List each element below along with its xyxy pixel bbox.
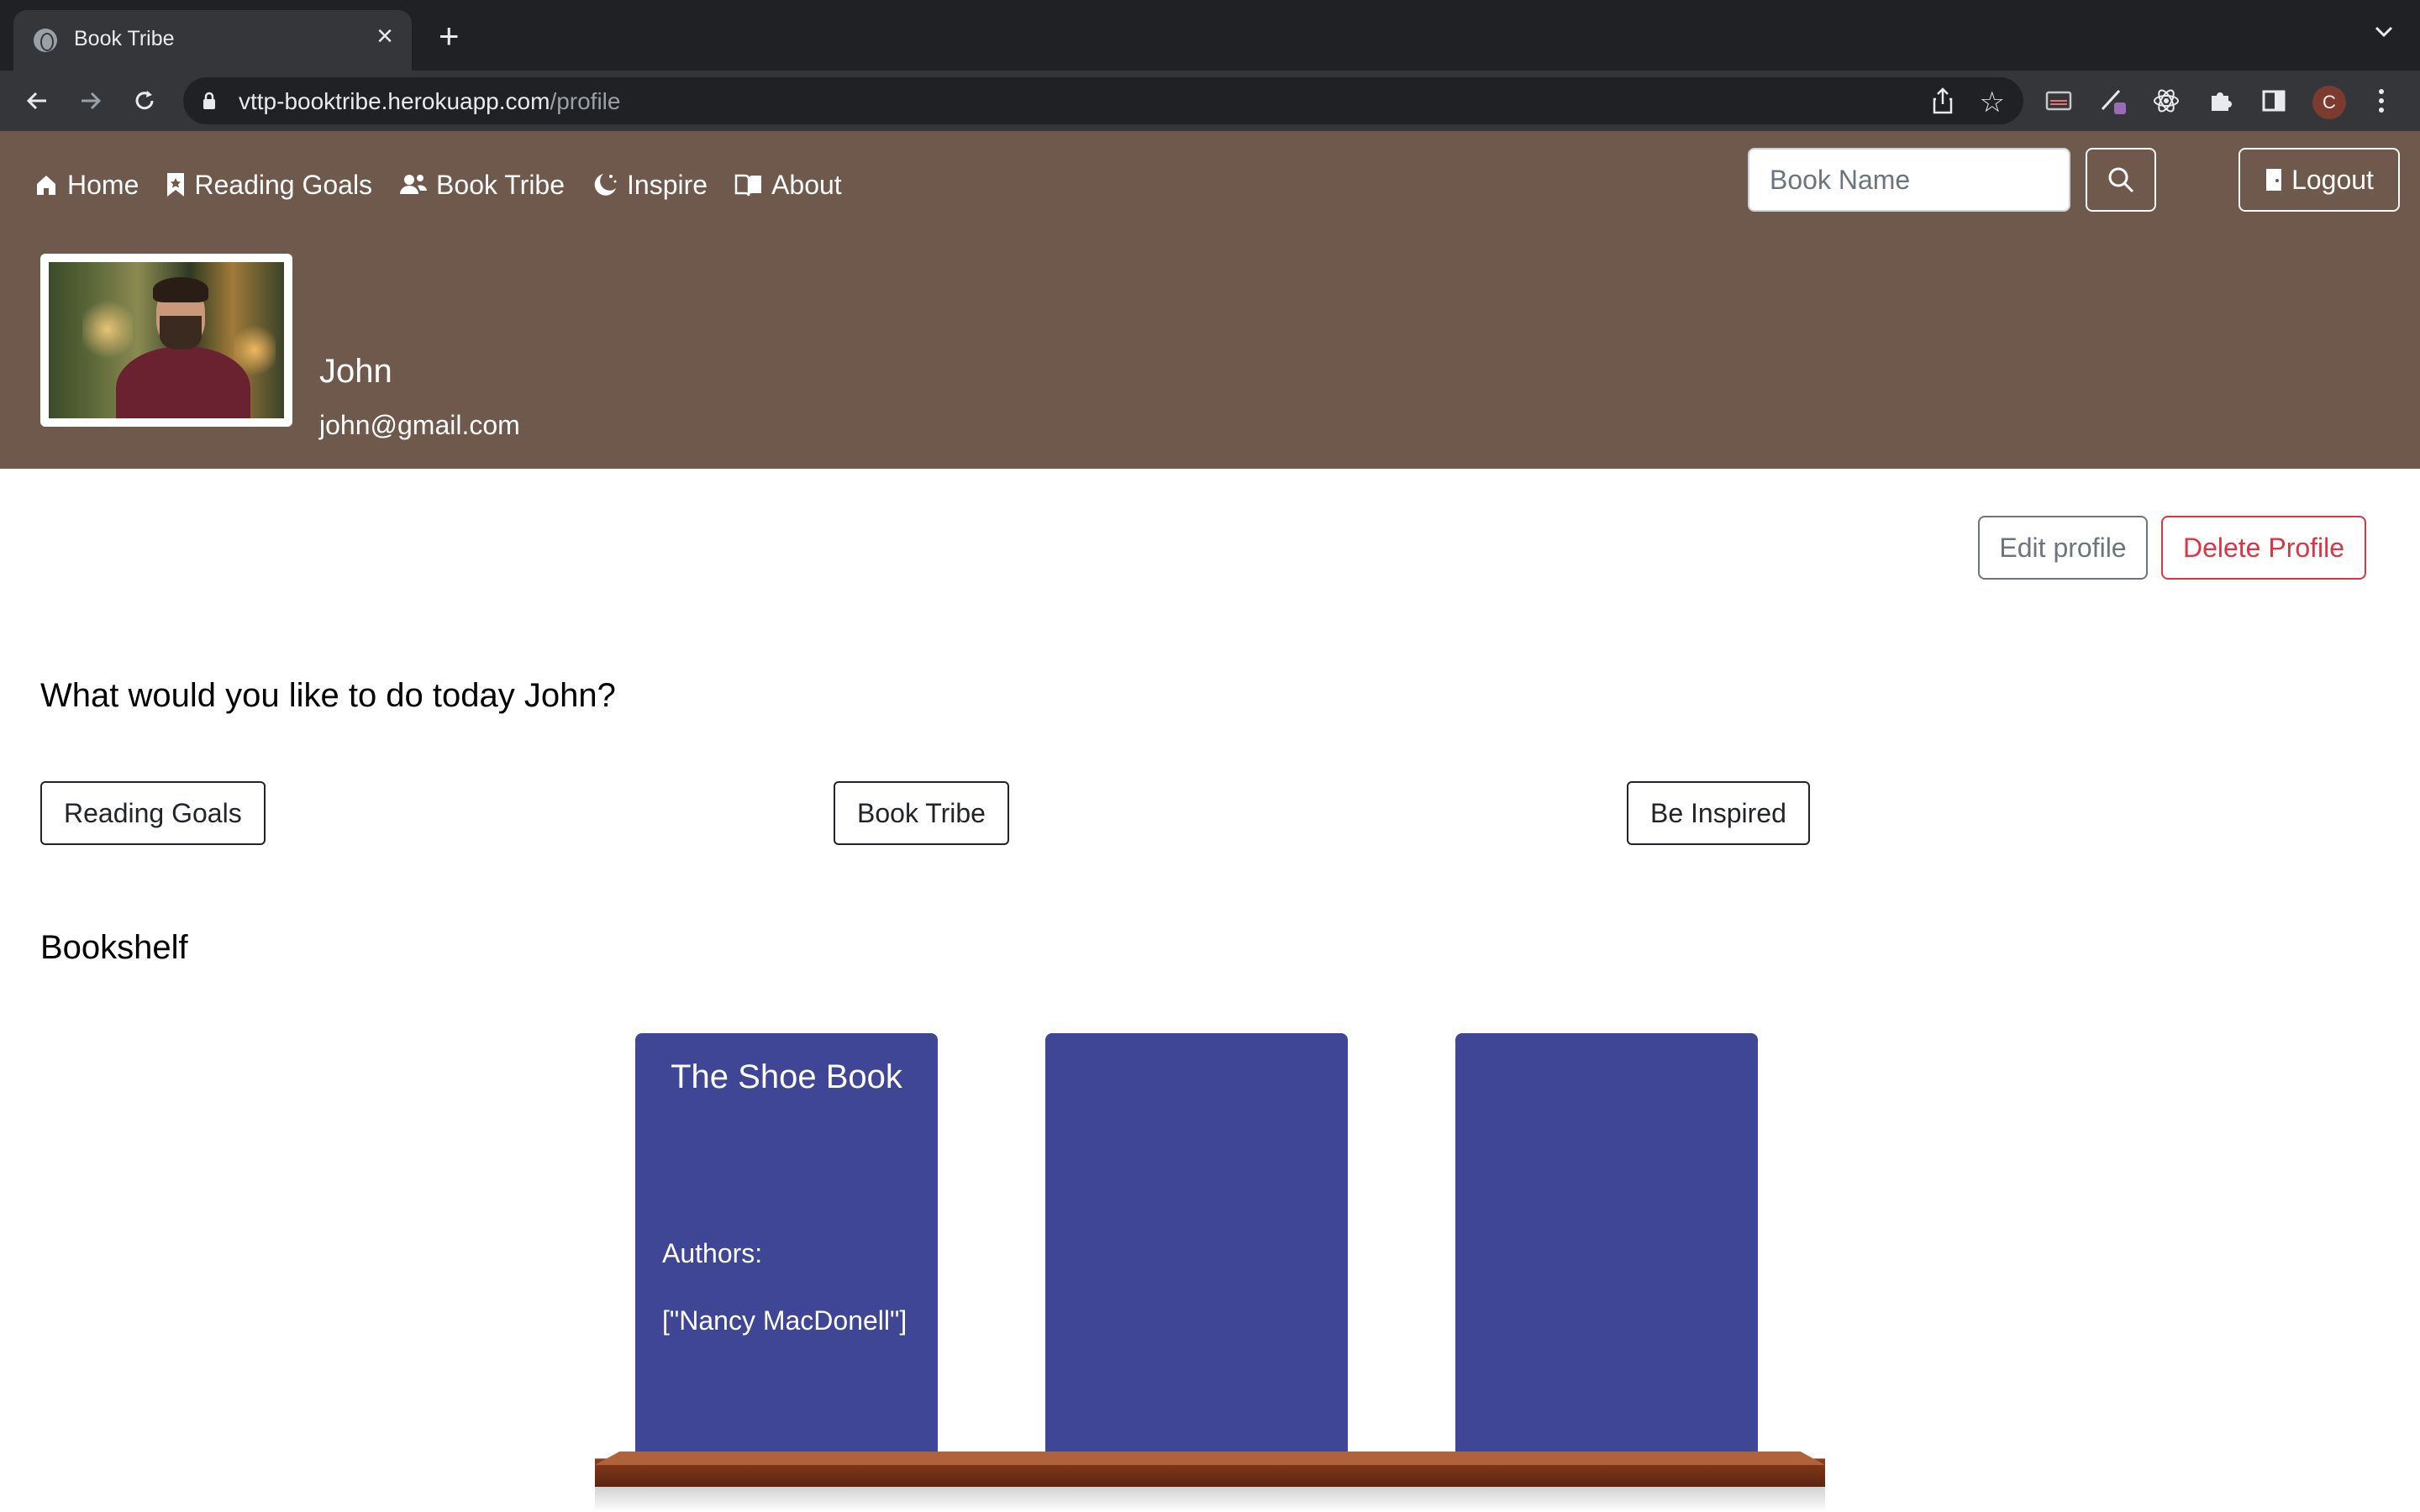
users-icon xyxy=(400,175,428,194)
nav-about-label: About xyxy=(771,169,842,200)
nav-home-label: Home xyxy=(67,169,139,200)
nav-book-tribe[interactable]: Book Tribe xyxy=(399,170,565,201)
nav-inspire-label: Inspire xyxy=(627,169,708,200)
wooden-shelf-top xyxy=(595,1452,1825,1465)
nav-about[interactable]: About xyxy=(734,170,842,201)
book-authors-label: Authors: xyxy=(662,1238,763,1268)
logout-button[interactable]: Logout xyxy=(2238,148,2400,212)
nav-reading-goals-label: Reading Goals xyxy=(194,169,373,200)
greeting-heading: What would you like to do today John? xyxy=(40,677,616,714)
pen-extension-icon[interactable] xyxy=(2094,82,2131,119)
browser-menu-icon[interactable] xyxy=(2363,82,2400,119)
book-card[interactable] xyxy=(1045,1033,1348,1462)
react-devtools-icon[interactable] xyxy=(2148,82,2185,119)
share-icon[interactable] xyxy=(1931,87,1954,114)
profile-email: john@gmail.com xyxy=(319,410,520,440)
book-title: The Shoe Book xyxy=(671,1058,902,1095)
reading-goals-button[interactable]: Reading Goals xyxy=(40,781,266,845)
door-icon xyxy=(2266,169,2282,191)
nav-book-tribe-label: Book Tribe xyxy=(436,169,566,200)
lock-icon xyxy=(203,92,215,109)
tab-title: Book Tribe xyxy=(74,27,175,50)
edit-profile-button[interactable]: Edit profile xyxy=(1978,516,2148,580)
bookmark-icon xyxy=(167,173,185,197)
back-icon[interactable] xyxy=(18,82,55,119)
book-tribe-button[interactable]: Book Tribe xyxy=(834,781,1009,845)
logout-label: Logout xyxy=(2291,164,2374,195)
bookshelf-heading: Bookshelf xyxy=(40,929,188,966)
nav-reading-goals[interactable]: Reading Goals xyxy=(166,170,372,201)
browser-toolbar: vttp-booktribe.herokuapp.com/profile ☆ C xyxy=(0,71,2420,131)
extensions-puzzle-icon[interactable] xyxy=(2202,82,2238,119)
nav-inspire[interactable]: Inspire xyxy=(592,170,708,201)
site-header: Home Reading Goals Book Tribe Inspire Ab… xyxy=(0,131,2420,469)
close-tab-icon[interactable]: × xyxy=(376,22,393,50)
new-tab-icon[interactable]: + xyxy=(439,18,460,54)
reload-icon[interactable] xyxy=(126,82,163,119)
browser-profile-avatar[interactable]: C xyxy=(2312,86,2346,119)
url-text: vttp-booktribe.herokuapp.com/profile xyxy=(239,88,620,115)
be-inspired-button[interactable]: Be Inspired xyxy=(1627,781,1810,845)
side-panel-icon[interactable] xyxy=(2255,82,2292,119)
moon-stars-icon xyxy=(594,174,617,196)
home-icon xyxy=(37,176,55,195)
profile-photo-image xyxy=(49,262,284,418)
shelf-shadow xyxy=(595,1487,1825,1512)
browser-tab-strip: Book Tribe × + xyxy=(0,0,2420,71)
bookmark-star-icon[interactable]: ☆ xyxy=(1980,86,2005,119)
forward-icon[interactable] xyxy=(72,82,109,119)
url-host: vttp-booktribe.herokuapp.com xyxy=(239,88,550,114)
book-authors: ["Nancy MacDonell"] xyxy=(662,1305,908,1336)
search-button[interactable] xyxy=(2086,148,2156,212)
book-card[interactable] xyxy=(1455,1033,1758,1462)
chevron-down-icon[interactable] xyxy=(2373,20,2395,42)
book-search-input[interactable] xyxy=(1748,148,2070,212)
browser-tab[interactable]: Book Tribe × xyxy=(13,10,412,71)
globe-icon xyxy=(34,29,57,52)
url-path: /profile xyxy=(550,88,621,114)
nav-home[interactable]: Home xyxy=(34,170,139,201)
cast-icon[interactable] xyxy=(2040,82,2077,119)
main-nav: Home Reading Goals Book Tribe Inspire Ab… xyxy=(34,163,869,207)
address-bar[interactable]: vttp-booktribe.herokuapp.com/profile ☆ xyxy=(183,77,2023,124)
search-icon xyxy=(2108,167,2134,193)
profile-photo xyxy=(40,254,292,427)
profile-name: John xyxy=(319,353,392,390)
book-card[interactable]: The Shoe Book Authors: ["Nancy MacDonell… xyxy=(635,1033,938,1462)
book-open-icon xyxy=(734,174,762,197)
delete-profile-button[interactable]: Delete Profile xyxy=(2161,516,2366,580)
